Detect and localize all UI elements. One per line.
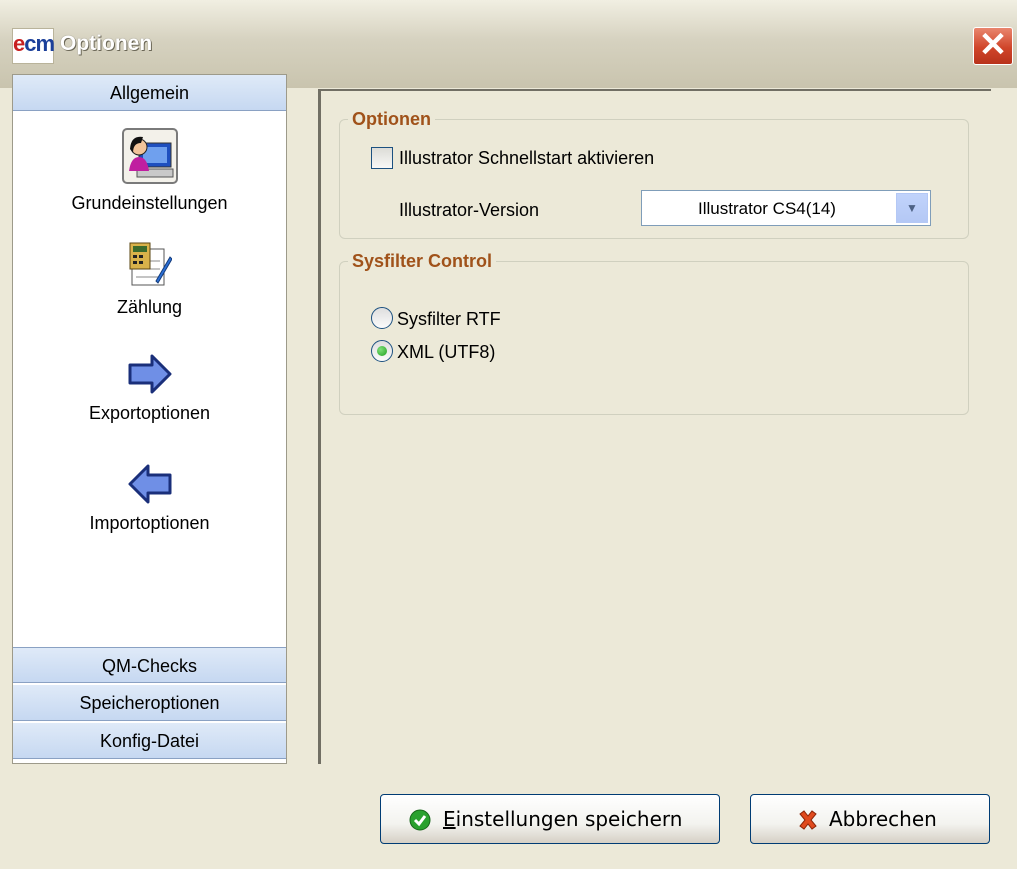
sysfilter-group: Sysfilter Control <box>339 251 969 415</box>
sidebar-item-label: Exportoptionen <box>88 403 211 423</box>
calculator-notepad-icon <box>129 242 172 286</box>
sysfilter-group-legend: Sysfilter Control <box>352 251 493 271</box>
sidebar-item-label: Zählung <box>116 297 183 317</box>
chevron-down-icon[interactable]: ▼ <box>896 193 928 223</box>
import-arrow-icon <box>128 464 171 504</box>
save-settings-button[interactable]: Einstellungen speichern <box>380 794 720 844</box>
cancel-x-icon <box>799 810 817 830</box>
save-mnemonic: E <box>443 807 456 831</box>
schnellstart-checkbox[interactable] <box>371 147 393 169</box>
category-header-speicheroptionen[interactable]: Speicheroptionen <box>13 685 286 721</box>
cancel-button[interactable]: Abbrechen <box>750 794 990 844</box>
sidebar-item-label: Importoptionen <box>89 513 210 533</box>
category-header-qm-checks[interactable]: QM-Checks <box>13 647 286 683</box>
options-panel: Optionen Illustrator Schnellstart aktivi… <box>318 89 991 764</box>
radio-sysfilter-rtf[interactable] <box>371 307 393 329</box>
radio-xml-utf8[interactable] <box>371 340 393 362</box>
save-button-label: instellungen speichern <box>455 807 683 831</box>
sidebar: Allgemein Grundeinstellungen Zählung Exp… <box>12 74 287 764</box>
radio-xml-utf8-label[interactable]: XML (UTF8) <box>397 342 495 363</box>
cancel-button-label: Abbrechen <box>829 807 937 831</box>
close-button[interactable]: ✕ <box>973 27 1013 65</box>
sidebar-item-label: Grundeinstellungen <box>71 193 228 213</box>
window-title: Optionen <box>60 32 153 55</box>
radio-sysfilter-rtf-label[interactable]: Sysfilter RTF <box>397 309 501 330</box>
app-logo-icon: ecm <box>12 28 55 64</box>
category-header-konfig-datei[interactable]: Konfig-Datei <box>13 723 286 759</box>
sidebar-item-importoptionen[interactable]: Importoptionen <box>13 463 286 534</box>
user-computer-icon <box>121 128 178 184</box>
illustrator-version-label: Illustrator-Version <box>399 200 540 220</box>
sidebar-item-exportoptionen[interactable]: Exportoptionen <box>13 353 286 424</box>
category-header-allgemein[interactable]: Allgemein <box>13 75 286 111</box>
sidebar-item-zaehlung[interactable]: Zählung <box>13 241 286 318</box>
illustrator-version-select[interactable]: Illustrator CS4(14) ▼ <box>641 190 931 226</box>
sidebar-item-grundeinstellungen[interactable]: Grundeinstellungen <box>13 127 286 214</box>
check-circle-icon <box>409 809 431 831</box>
illustrator-version-value: Illustrator CS4(14) <box>698 199 836 218</box>
options-group-legend: Optionen <box>352 109 431 129</box>
schnellstart-checkbox-label[interactable]: Illustrator Schnellstart aktivieren <box>399 148 654 169</box>
export-arrow-icon <box>128 354 171 394</box>
